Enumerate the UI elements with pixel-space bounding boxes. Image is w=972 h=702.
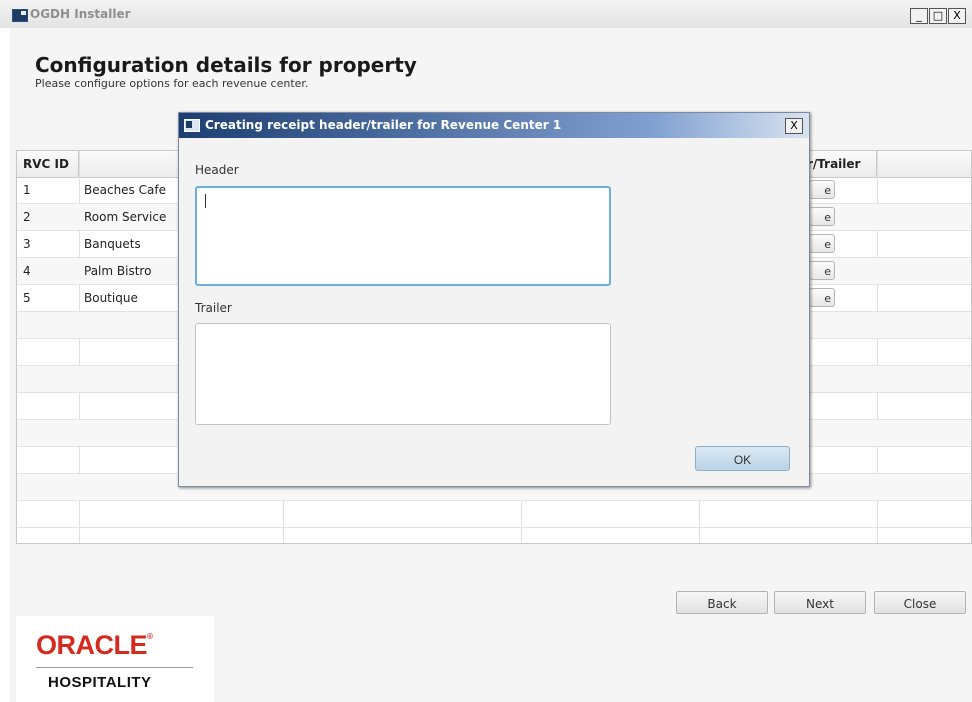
logo-wordmark: ORACLE® — [36, 630, 153, 660]
edit-header-trailer-button[interactable]: e — [809, 180, 835, 199]
header-textarea[interactable] — [195, 186, 611, 286]
window-close-button[interactable]: X — [948, 8, 966, 24]
edit-header-trailer-button[interactable]: e — [809, 234, 835, 253]
logo-subtitle: HOSPITALITY — [48, 674, 152, 691]
rvc-name-cell: Palm Bistro — [84, 264, 152, 278]
edit-header-trailer-button[interactable]: e — [809, 288, 835, 307]
empty-row — [17, 501, 971, 528]
app-icon — [12, 9, 28, 22]
window-controls: _ □ X — [910, 8, 966, 24]
next-button[interactable]: Next — [774, 591, 866, 614]
rvc-id-cell: 2 — [23, 210, 31, 224]
dialog-icon — [184, 119, 200, 132]
dialog-title: Creating receipt header/trailer for Reve… — [205, 118, 562, 132]
rvc-id-cell: 3 — [23, 237, 31, 251]
col-rvc-id[interactable]: RVC ID — [17, 151, 79, 177]
page-title: Configuration details for property — [35, 53, 417, 77]
page-subtitle: Please configure options for each revenu… — [35, 77, 309, 90]
minimize-button[interactable]: _ — [910, 8, 928, 24]
window-titlebar: OGDH Installer _ □ X — [0, 0, 972, 28]
oracle-hospitality-logo: ORACLE® HOSPITALITY — [16, 616, 214, 702]
rvc-name-cell: Beaches Cafe — [84, 183, 166, 197]
receipt-header-trailer-dialog: Creating receipt header/trailer for Reve… — [178, 112, 810, 487]
trailer-label: Trailer — [195, 301, 232, 315]
trailer-textarea[interactable] — [195, 323, 611, 425]
maximize-button[interactable]: □ — [929, 8, 947, 24]
edit-header-trailer-button[interactable]: e — [809, 207, 835, 226]
rvc-id-cell: 4 — [23, 264, 31, 278]
rvc-name-cell: Boutique — [84, 291, 138, 305]
dialog-titlebar: Creating receipt header/trailer for Reve… — [179, 113, 809, 138]
dialog-close-button[interactable]: X — [785, 118, 803, 134]
window-title: OGDH Installer — [30, 7, 131, 21]
ok-button[interactable]: OK — [695, 446, 790, 471]
back-button[interactable]: Back — [676, 591, 768, 614]
rvc-name-cell: Banquets — [84, 237, 141, 251]
rvc-id-cell: 1 — [23, 183, 31, 197]
edit-header-trailer-button[interactable]: e — [809, 261, 835, 280]
rvc-id-cell: 5 — [23, 291, 31, 305]
logo-divider — [36, 667, 193, 668]
text-caret — [205, 194, 206, 208]
rvc-name-cell: Room Service — [84, 210, 167, 224]
close-button[interactable]: Close — [874, 591, 966, 614]
col-6[interactable] — [877, 151, 971, 177]
header-label: Header — [195, 163, 239, 177]
